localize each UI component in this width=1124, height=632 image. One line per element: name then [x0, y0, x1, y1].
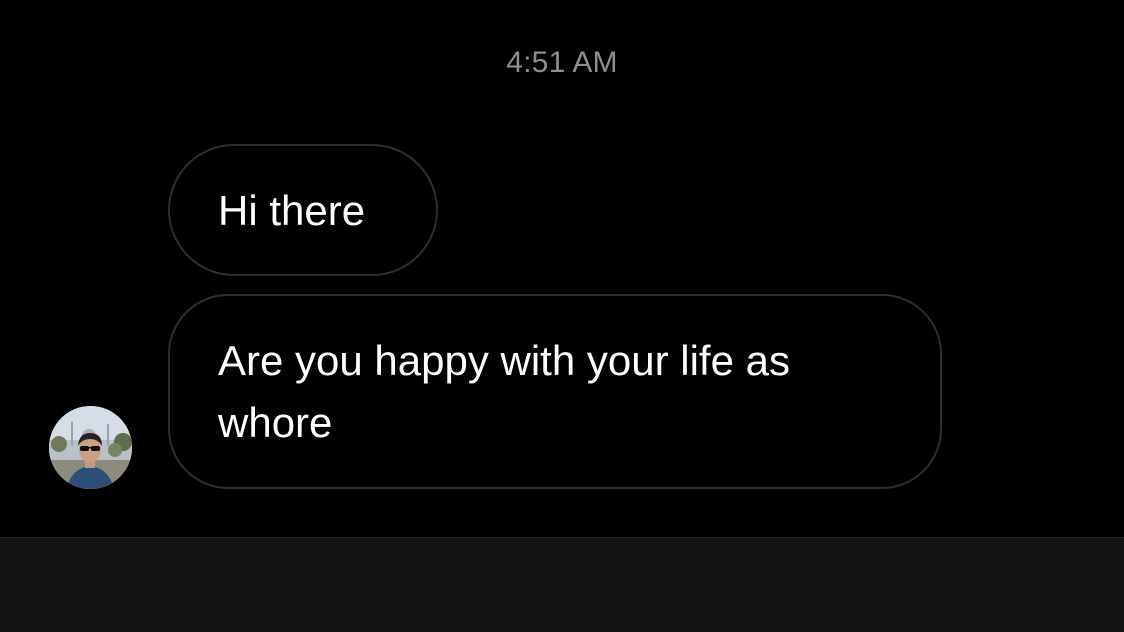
message-bubble[interactable]: Are you happy with your life as whore	[168, 294, 942, 489]
message-text: Are you happy with your life as whore	[218, 337, 790, 446]
message-text: Hi there	[218, 187, 366, 234]
chat-thread: 4:51 AM Hi there Are you happy with your…	[0, 0, 1124, 537]
message-timestamp: 4:51 AM	[506, 46, 618, 79]
message-bubble[interactable]: Hi there	[168, 144, 438, 276]
message-composer-bar[interactable]	[0, 537, 1124, 632]
sender-avatar[interactable]	[49, 406, 132, 489]
avatar-photo-icon	[49, 406, 132, 489]
